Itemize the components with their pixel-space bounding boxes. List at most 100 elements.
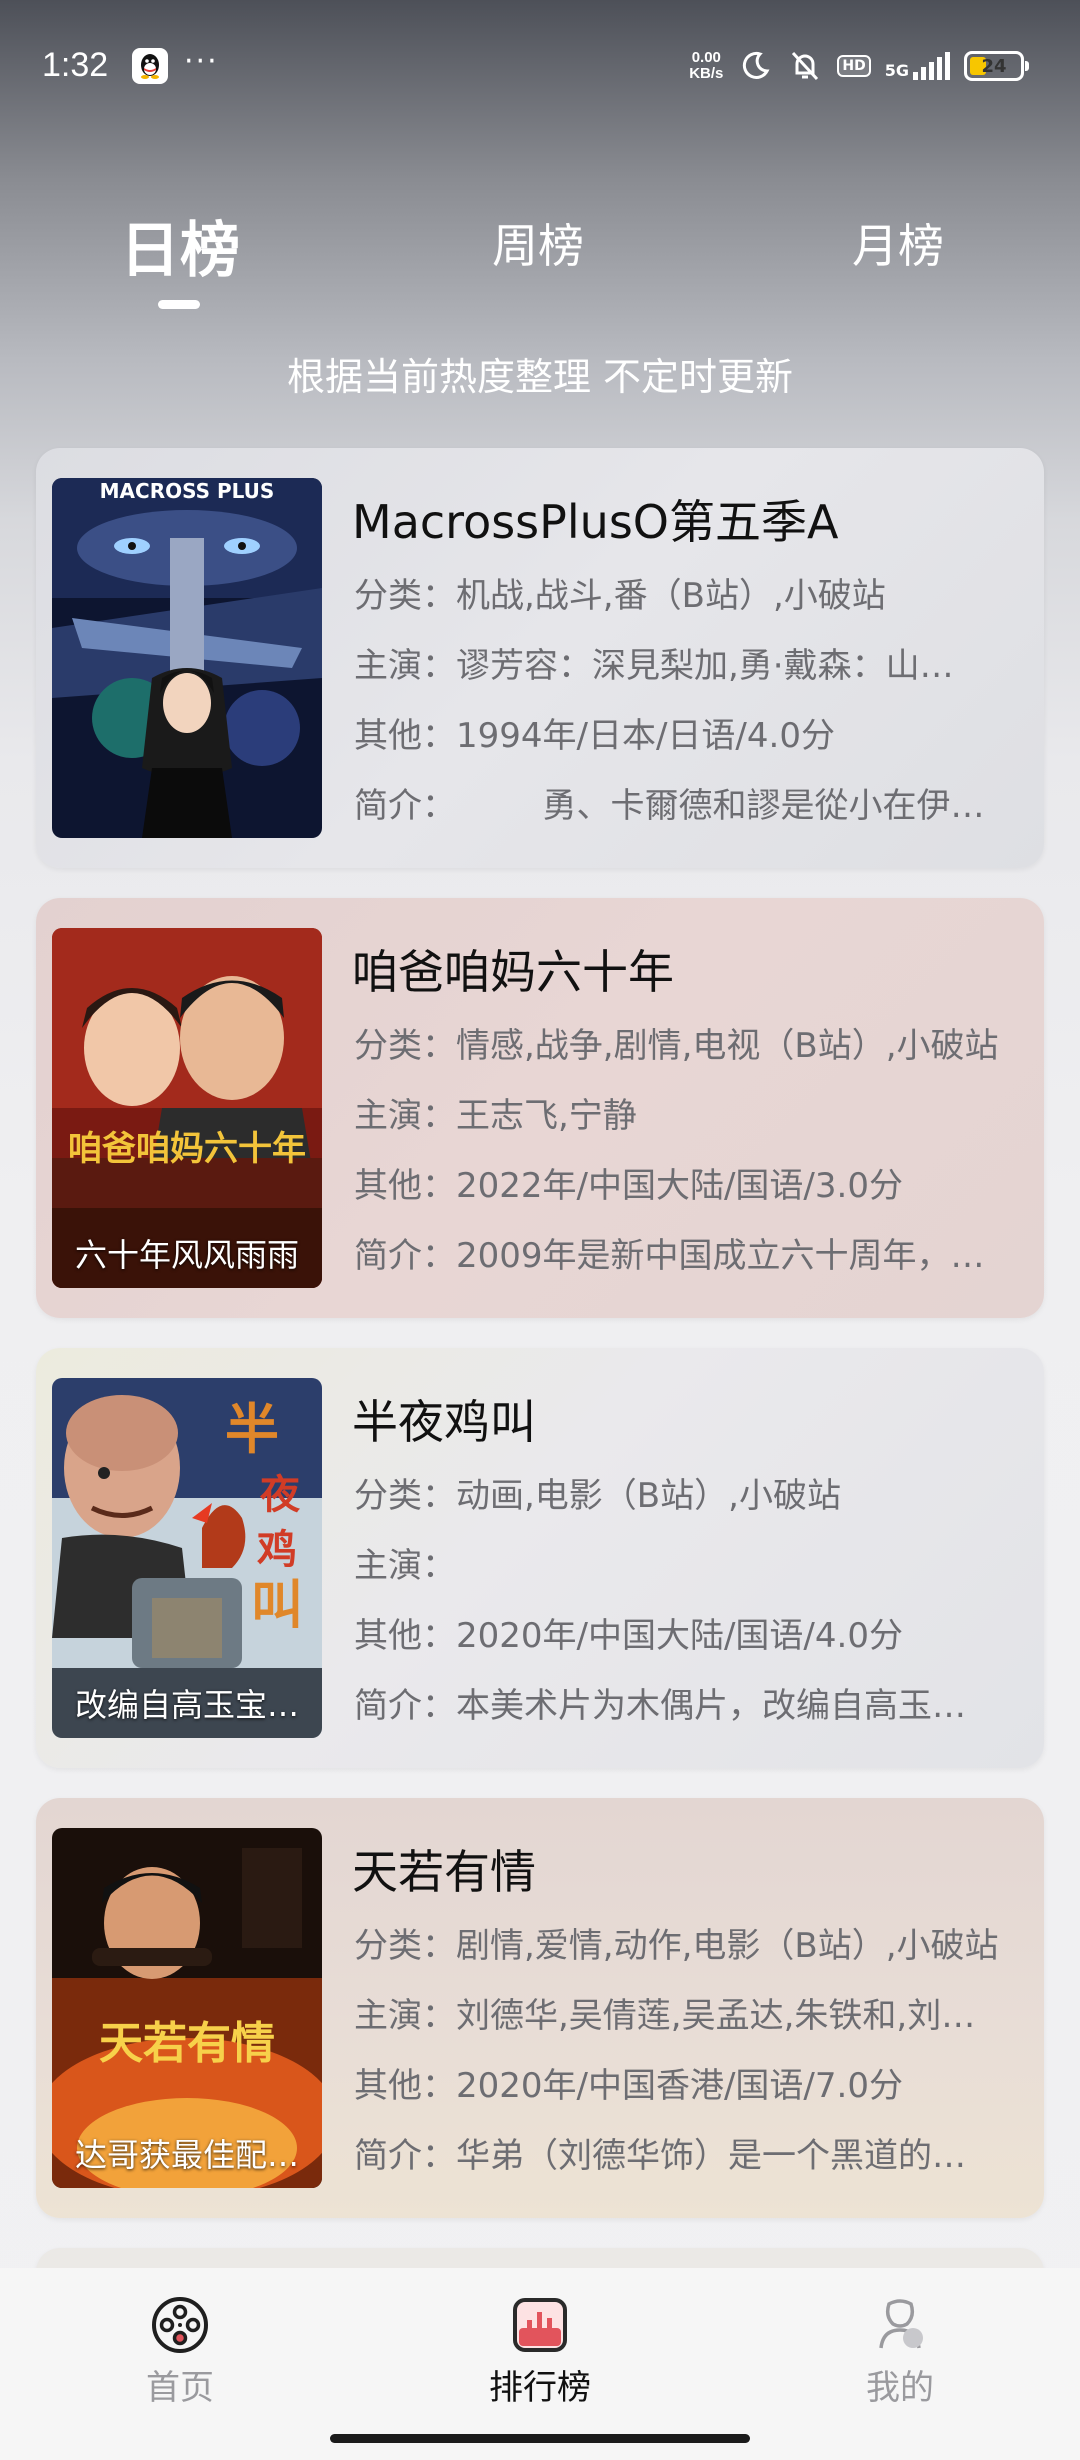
tab-weekly[interactable]: 周榜 [492,210,584,276]
category-label: 分类： [354,1026,456,1066]
network-speed: 0.00 KB/s [689,50,723,82]
nav-ranking[interactable]: 排行榜 [470,2294,610,2409]
poster-logo-text: 咱爸咱妈六十年 [68,1129,306,1169]
intro-value: 华弟（刘德华饰）是一个黑道的… [456,2136,966,2176]
movie-category: 分类：动画,电影（B站）,小破站 [354,1468,1014,1517]
poster-logo-text: 夜 [259,1471,301,1518]
more-notifications-icon: ··· [184,44,219,79]
status-icons: 0.00 KB/s HD 5G 24 [689,44,1029,88]
cast-label: 主演： [354,1096,456,1136]
other-label: 其他： [354,1616,456,1656]
other-value: 2022年/中国大陆/国语/3.0分 [456,1166,903,1206]
category-value: 剧情,爱情,动作,电影（B站）,小破站 [456,1926,999,1966]
movie-category: 分类：机战,战斗,番（B站）,小破站 [354,568,1014,617]
poster-image-macross: MACROSS PLUS [52,478,322,838]
nav-ranking-label: 排行榜 [489,2368,591,2408]
category-label: 分类： [354,576,456,616]
tab-monthly[interactable]: 月榜 [852,210,944,276]
signal-bars [913,52,950,80]
film-reel-icon [149,2294,211,2356]
poster-caption: 达哥获最佳配… [74,2136,299,2174]
network-type: 5G [884,61,909,80]
movie-cast: 主演：王志飞,宁静 [354,1088,1014,1137]
signal-icon: 5G [885,52,950,80]
movie-poster[interactable]: MACROSS PLUS [52,478,322,838]
movie-intro: 简介：2009年是新中国成立六十周年，… [354,1228,1014,1277]
moon-icon [737,48,773,84]
other-label: 其他： [354,2066,456,2106]
status-time: 1:32 [42,46,109,84]
other-value: 1994年/日本/日语/4.0分 [456,716,835,756]
profile-icon [869,2294,931,2356]
poster-logo-text: 叫 [251,1575,303,1636]
status-bar: 1:32 ··· 0.00 KB/s HD 5G 24 [0,0,1080,120]
ranking-subtitle: 根据当前热度整理 不定时更新 [286,355,794,399]
movie-poster[interactable]: 咱爸咱妈六十年 六十年风风雨雨 [52,928,322,1288]
nav-home-label: 首页 [146,2368,214,2408]
movie-cast: 主演：刘德华,吴倩莲,吴孟达,朱铁和,刘… [354,1988,1014,2037]
poster-caption: 改编自高玉宝… [74,1686,299,1724]
intro-value: 2009年是新中国成立六十周年，… [456,1236,985,1276]
poster-logo-text: MACROSS PLUS [100,479,275,503]
cast-value: 王志飞,宁静 [456,1096,637,1136]
movie-card[interactable]: 天若有情 达哥获最佳配… 天若有情 分类：剧情,爱情,动作,电影（B站）,小破站… [36,1798,1044,2218]
category-value: 机战,战斗,番（B站）,小破站 [456,576,886,616]
movie-category: 分类：剧情,爱情,动作,电影（B站）,小破站 [354,1918,1034,1967]
poster-logo-text: 半 [225,1397,279,1461]
movie-cast: 主演：谬芳容：深見梨加,勇·戴森：山… [354,638,1014,687]
movie-cast: 主演： [354,1538,1014,1587]
movie-poster[interactable]: 天若有情 达哥获最佳配… [52,1828,322,2188]
ranking-tabs: 日榜 周榜 月榜 [0,210,1080,310]
category-label: 分类： [354,1926,456,1966]
hd-icon: HD [837,55,871,77]
movie-card[interactable]: 咱爸咱妈六十年 六十年风风雨雨 咱爸咱妈六十年 分类：情感,战争,剧情,电视（B… [36,898,1044,1318]
movie-other: 其他：1994年/日本/日语/4.0分 [354,708,1014,757]
other-label: 其他： [354,1166,456,1206]
other-value: 2020年/中国香港/国语/7.0分 [456,2066,903,2106]
poster-caption: 六十年风风雨雨 [74,1236,299,1274]
poster-logo-text: 天若有情 [99,2018,275,2069]
movie-title[interactable]: 咱爸咱妈六十年 [352,936,674,1002]
nav-home[interactable]: 首页 [110,2294,250,2409]
battery-text: 24 [981,56,1007,77]
movie-other: 其他：2020年/中国大陆/国语/4.0分 [354,1608,1014,1657]
movie-card[interactable]: 半 夜 鸡 叫 改编自高玉宝… 半夜鸡叫 分类：动画,电影（B站）,小破站 主演… [36,1348,1044,1768]
movie-title[interactable]: 半夜鸡叫 [352,1386,536,1452]
qq-notification-icon [132,48,168,84]
intro-value: 勇、卡爾德和謬是從小在伊… [456,786,985,826]
intro-label: 简介： [354,1236,456,1276]
intro-label: 简介： [354,786,456,826]
cast-label: 主演： [354,646,456,686]
intro-label: 简介： [354,1686,456,1726]
battery-icon: 24 [964,51,1029,81]
home-indicator[interactable] [330,2434,750,2443]
poster-logo-text: 鸡 [257,1526,297,1573]
cast-value: 刘德华,吴倩莲,吴孟达,朱铁和,刘… [456,1996,976,2036]
movie-poster[interactable]: 半 夜 鸡 叫 改编自高玉宝… [52,1378,322,1738]
movie-other: 其他：2020年/中国香港/国语/7.0分 [354,2058,1014,2107]
ranking-chart-icon [509,2294,571,2356]
movie-title[interactable]: MacrossPlusO第五季A [352,486,838,552]
tab-indicator [158,300,200,309]
category-value: 动画,电影（B站）,小破站 [456,1476,841,1516]
category-value: 情感,战争,剧情,电视（B站）,小破站 [456,1026,999,1066]
speed-unit: KB/s [689,65,724,82]
nav-profile[interactable]: 我的 [830,2294,970,2409]
movie-intro: 简介：华弟（刘德华饰）是一个黑道的… [354,2128,1014,2177]
movie-intro: 简介：本美术片为木偶片，改编自高玉… [354,1678,1014,1727]
cast-label: 主演： [354,1546,456,1586]
movie-card[interactable]: MACROSS PLUS MacrossPlusO第五季A 分类：机战,战斗,番… [36,448,1044,868]
bottom-navigation: 首页 排行榜 我的 [0,2268,1080,2460]
category-label: 分类： [354,1476,456,1516]
intro-label: 简介： [354,2136,456,2176]
speed-value: 0.00 [691,49,721,66]
tab-daily[interactable]: 日榜 [120,202,240,289]
cast-label: 主演： [354,1996,456,2036]
movie-title[interactable]: 天若有情 [352,1836,536,1902]
other-label: 其他： [354,716,456,756]
other-value: 2020年/中国大陆/国语/4.0分 [456,1616,903,1656]
nav-profile-label: 我的 [866,2368,934,2408]
cast-value: 谬芳容：深見梨加,勇·戴森：山… [456,646,954,686]
movie-category: 分类：情感,战争,剧情,电视（B站）,小破站 [354,1018,1034,1067]
movie-intro: 简介： 勇、卡爾德和謬是從小在伊… [354,778,1014,827]
